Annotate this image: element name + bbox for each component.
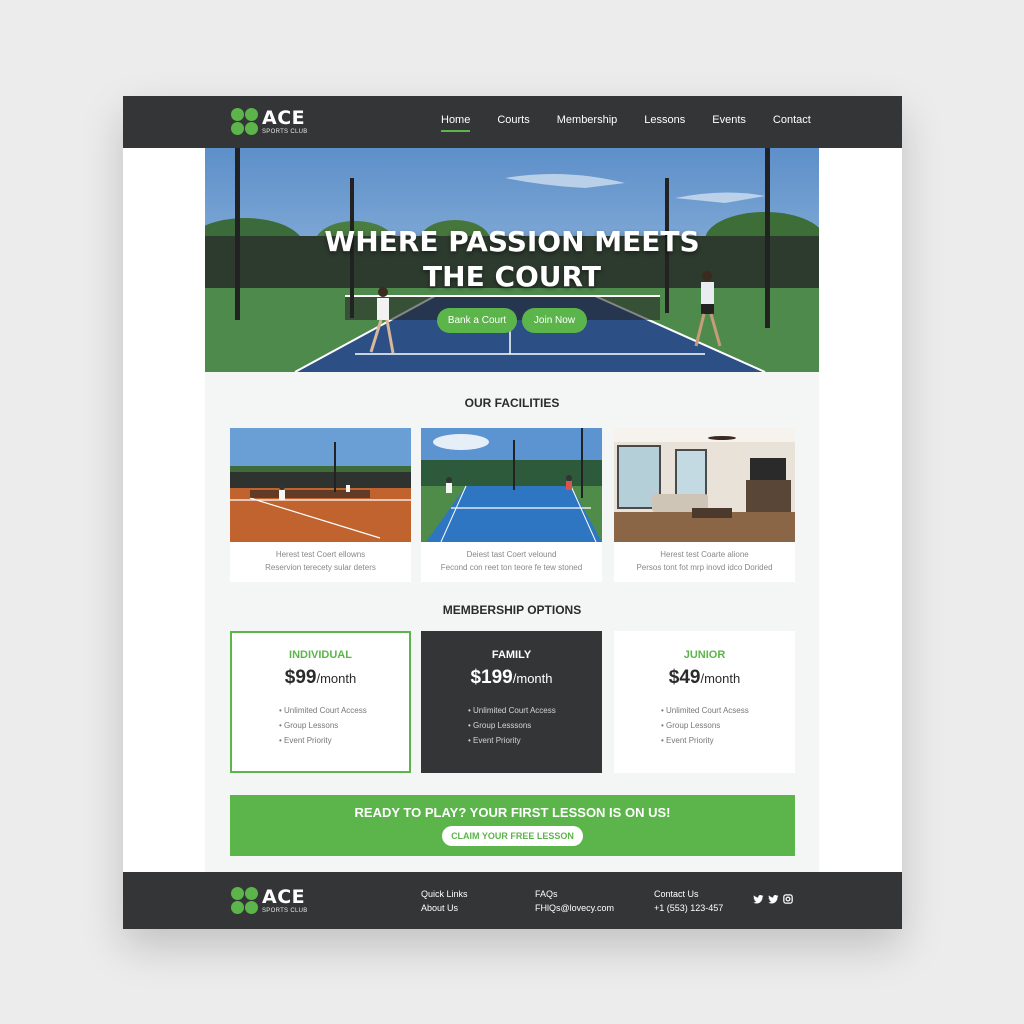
plan-features: Unlimited Court Acsess Group Lessons Eve… [661,703,795,748]
plan-card-family[interactable]: FAMILY $199/month Unlimited Court Access… [421,631,602,773]
footer-phone[interactable]: +1 (553) 123-457 [654,901,723,915]
hero-title-line1: WHERE PASSION MEETS [324,225,700,258]
brand-tagline: SPORTS CLUB [262,128,308,135]
nav-contact[interactable]: Contact [773,114,811,132]
hard-court-photo [421,428,602,542]
hero-buttons: Bank a Court Join Now [437,308,587,333]
hero-headline: WHERE PASSION MEETS THE COURT [205,224,819,294]
facility-card[interactable]: Deiest tast Coert velound Fecond con ree… [421,428,602,582]
brand-name: ACE [262,106,306,129]
footer-brand-tagline: SPORTS CLUB [262,907,308,914]
plan-feature: Unlimited Court Access [279,703,409,718]
clay-court-photo [230,428,411,542]
plan-name: INDIVIDUAL [289,649,352,661]
main-content: WHERE PASSION MEETS THE COURT Bank a Cou… [205,148,819,872]
twitter-icon[interactable] [753,894,764,905]
facility-card[interactable]: Herest test Coert ellowns Reservion tere… [230,428,411,582]
footer-logo[interactable]: ACE SPORTS CLUB [231,887,308,914]
nav-home[interactable]: Home [441,114,471,132]
site-footer: ACE SPORTS CLUB Quick Links About Us FAQ… [123,872,902,929]
facility-card[interactable]: Herest test Coarte alione Persos tont fo… [614,428,795,582]
facilities-heading: OUR FACILITIES [464,396,560,410]
clover-logo-icon [231,887,258,914]
plan-feature: Group Lessons [661,718,795,733]
plan-price: $99/month [284,667,357,688]
free-lesson-banner: READY TO PLAY? YOUR FIRST LESSON IS ON U… [230,795,795,856]
facility-line1: Deiest tast Coert velound [466,550,557,559]
book-court-button[interactable]: Bank a Court [437,308,517,333]
browser-page: ACE SPORTS CLUB Home Courts Membership L… [123,96,902,929]
clubhouse-lounge-photo [614,428,795,542]
facility-line1: Herest test Coert ellowns [275,550,366,559]
clover-logo-icon [231,108,258,135]
cta-headline: READY TO PLAY? YOUR FIRST LESSON IS ON U… [354,805,671,820]
join-now-button[interactable]: Join Now [522,308,587,333]
plan-feature: Event Priority [279,733,409,748]
contact-title: Contact Us [654,889,699,899]
instagram-icon[interactable] [783,894,793,904]
footer-email[interactable]: FHlQs@lovecy.com [535,901,614,915]
facility-line2: Persos tont fot mrp inovd idco Dorided [636,563,773,572]
plan-name: JUNIOR [683,649,726,661]
plan-feature: Event Priority [661,733,795,748]
plan-feature: Group Lessons [279,718,409,733]
nav-events[interactable]: Events [712,114,746,132]
facility-line2: Fecond con reet ton teore fe tew stoned [440,563,583,572]
footer-faqs: FAQs FHlQs@lovecy.com [535,887,614,915]
plan-features: Unlimited Court Access Group Lesssons Ev… [468,703,602,748]
main-nav: Home Courts Membership Lessons Events Co… [441,114,838,132]
plan-card-junior[interactable]: JUNIOR $49/month Unlimited Court Acsess … [614,631,795,773]
social-links [753,894,793,905]
plan-feature: Unlimited Court Acsess [661,703,795,718]
facility-line1: Herest test Coarte alione [660,550,749,559]
membership-heading: MEMBERSHIP OPTIONS [442,603,582,617]
plan-feature: Unlimited Court Access [468,703,602,718]
plan-name: FAMILY [491,649,532,661]
quick-links-title: Quick Links [421,889,468,899]
footer-brand-name: ACE [262,885,306,908]
brand-logo[interactable]: ACE SPORTS CLUB [231,108,308,135]
plan-card-individual[interactable]: INDIVIDUAL $99/month Unlimited Court Acc… [230,631,411,773]
nav-lessons[interactable]: Lessons [644,114,685,132]
nav-membership[interactable]: Membership [557,114,618,132]
plan-feature: Event Priority [468,733,602,748]
twitter-icon[interactable] [768,894,779,905]
hero-title-line2: THE COURT [423,260,601,293]
plan-price: $49/month [668,667,741,688]
about-us-link[interactable]: About Us [421,901,468,915]
hero-banner: WHERE PASSION MEETS THE COURT Bank a Cou… [205,148,819,372]
site-header: ACE SPORTS CLUB Home Courts Membership L… [123,96,902,148]
claim-free-lesson-button[interactable]: CLAIM YOUR FREE LESSON [442,826,583,846]
plan-feature: Group Lesssons [468,718,602,733]
footer-quick-links: Quick Links About Us [421,887,468,915]
footer-contact: Contact Us +1 (553) 123-457 [654,887,723,915]
facility-line2: Reservion terecety sular deters [265,563,376,572]
plan-features: Unlimited Court Access Group Lessons Eve… [279,703,409,748]
plan-price: $199/month [470,667,553,688]
faqs-link[interactable]: FAQs [535,887,614,901]
nav-courts[interactable]: Courts [497,114,529,132]
